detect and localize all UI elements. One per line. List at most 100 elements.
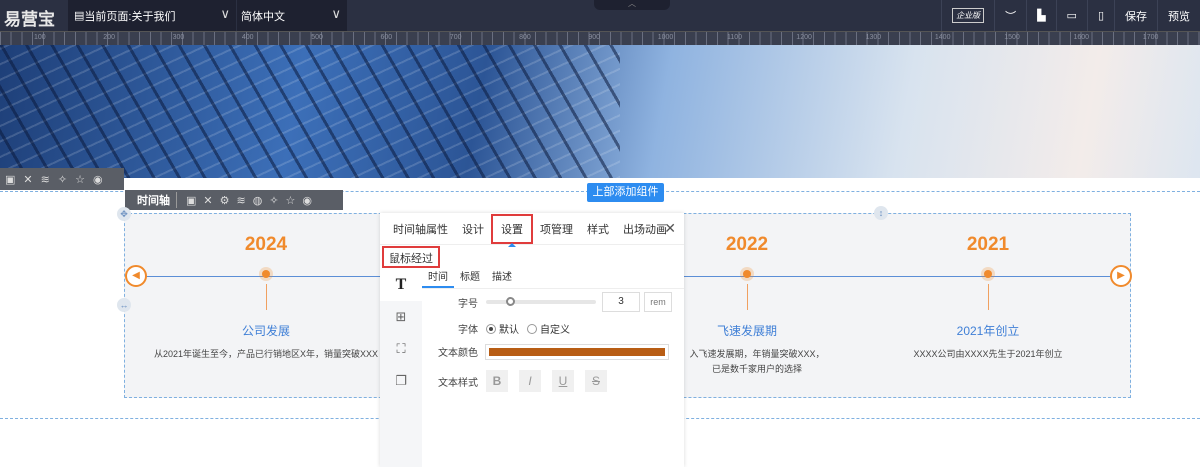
gear-icon[interactable]: ⚙ [220, 194, 230, 207]
border-icon[interactable]: ⊞ [380, 301, 422, 333]
timeline-year: 2021 [966, 234, 1010, 255]
timeline-year: 2024 [244, 234, 288, 255]
row-toolbar: ▣ ✕ ≋ ✧ ☆ ◉ [0, 168, 124, 190]
star-icon[interactable]: ☆ [286, 194, 296, 207]
font-custom-label: 自定义 [540, 325, 570, 336]
layers-icon[interactable]: ≋ [41, 173, 50, 186]
resize-horizontal-handle-icon[interactable]: ↔ [117, 298, 131, 312]
text-icon[interactable]: T [380, 269, 422, 301]
page-select-value: 当前页面:关于我们 [84, 10, 176, 23]
preview-button[interactable]: 预览 [1157, 0, 1200, 31]
chevron-down-icon: ∨ [220, 6, 230, 21]
ruler-tick-label: 500 [311, 34, 323, 41]
prev-arrow-icon[interactable]: ◀ [125, 265, 147, 287]
font-unit-select[interactable]: rem [644, 292, 672, 312]
ruler-tick-label: 1400 [934, 34, 951, 41]
timeline-dot [743, 270, 751, 278]
save-button[interactable]: 保存 [1114, 0, 1157, 31]
desktop-icon[interactable]: ▭ [1055, 0, 1087, 31]
ruler-tick-label: 1000 [657, 34, 674, 41]
underline-button[interactable]: U [552, 370, 574, 392]
subtab-time[interactable]: 时间 [422, 269, 454, 288]
tools-icon[interactable]: ✕ [203, 194, 212, 207]
ruler-tick-label: 800 [519, 34, 531, 41]
tab-design[interactable]: 设计 [455, 221, 491, 237]
font-default-radio[interactable] [486, 323, 496, 334]
font-default-label: 默认 [499, 325, 519, 336]
edition-badge[interactable]: 企业版 [941, 0, 994, 31]
palette-icon[interactable]: ◍ [253, 194, 263, 207]
ruler-tick-label: 1200 [796, 34, 812, 41]
chevron-down-icon: ∨ [331, 6, 341, 21]
component-toolbar: 时间轴 ▣ ✕ ⚙ ≋ ◍ ✧ ☆ ◉ [125, 190, 343, 210]
font-size-input[interactable]: 3 [602, 292, 640, 312]
ruler-tick-label: 1700 [1142, 34, 1159, 41]
timeline-title: 2021年创立 [956, 324, 1020, 338]
ruler-tick-label: 200 [103, 34, 115, 41]
collapse-toggle[interactable]: ︿ [594, 0, 670, 10]
timeline-desc: 从2021年诞生至今，产品已行销地区X年，销量突破XXX [153, 349, 379, 359]
ruler-tick-label: 600 [380, 34, 393, 41]
add-component-button[interactable]: 上部添加组件 [587, 183, 664, 202]
timeline-dot [262, 270, 270, 278]
tools-icon[interactable]: ✕ [23, 173, 32, 186]
banner-image [0, 45, 1200, 178]
magic-icon[interactable]: ✧ [58, 173, 67, 186]
ruler-tick-label: 100 [34, 34, 46, 41]
page-select[interactable]: ▤ 当前页面:关于我们 ∨ [68, 0, 236, 31]
ruler-tick-label: 300 [172, 34, 185, 41]
component-label: 时间轴 [137, 192, 177, 208]
language-select[interactable]: 简体中文 ∨ [237, 0, 347, 31]
timeline-title: 公司发展 [241, 324, 290, 338]
ruler-tick-label: 400 [241, 34, 254, 41]
eye-icon[interactable]: ◉ [302, 194, 312, 207]
ruler-tick-label: 900 [588, 34, 601, 41]
ruler-tick-label: 1600 [1073, 34, 1090, 41]
close-icon[interactable]: ✕ [664, 220, 676, 237]
italic-button[interactable]: I [519, 370, 541, 392]
text-color-picker[interactable] [485, 343, 669, 360]
eye-closed-icon[interactable]: ︶ [994, 0, 1026, 31]
bold-button[interactable]: B [486, 370, 508, 392]
timeline-item[interactable]: 2021 2021年创立 XXXX公司由XXXX先生于2021年创立 [868, 214, 1108, 362]
strikethrough-button[interactable]: S [585, 370, 607, 392]
text-color-label: 文本颜色 [438, 348, 478, 359]
tab-timeline-properties[interactable]: 时间轴属性 [386, 221, 455, 237]
font-label: 字体 [458, 325, 478, 336]
mobile-icon[interactable]: ▯ [1086, 0, 1114, 31]
eye-icon[interactable]: ◉ [93, 173, 103, 186]
tab-style[interactable]: 样式 [580, 221, 616, 237]
tab-settings[interactable]: 设置 [491, 213, 533, 247]
text-style-label: 文本样式 [438, 377, 478, 389]
move-handle-icon[interactable]: ✥ [117, 207, 131, 221]
layers-icon[interactable]: ≋ [237, 194, 246, 207]
timeline-desc: XXXX公司由XXXX先生于2021年创立 [913, 349, 1063, 359]
top-bar: 易营宝 ▤ 当前页面:关于我们 ∨ 简体中文 ∨ ︿ 企业版 ︶ ▙ ▭ ▯ 保存 预… [0, 0, 1200, 31]
timeline-dot [984, 270, 992, 278]
font-custom-radio[interactable] [527, 323, 537, 334]
star-icon[interactable]: ☆ [75, 173, 85, 186]
edit-icon[interactable]: ▣ [5, 173, 15, 186]
edit-icon[interactable]: ▣ [186, 194, 196, 207]
language-select-value: 简体中文 [241, 10, 285, 23]
subtab-desc[interactable]: 描述 [486, 269, 518, 288]
ruler-tick-label: 1300 [865, 34, 882, 41]
ruler: 100 200 300 400 500 600 700 800 900 1000 1100 1200 1… [0, 31, 1200, 45]
font-size-slider[interactable] [486, 297, 596, 306]
next-arrow-icon[interactable]: ▶ [1110, 265, 1132, 287]
resize-vertical-handle-icon[interactable]: ↕ [874, 206, 888, 220]
magic-icon[interactable]: ✧ [269, 194, 278, 207]
timeline-item[interactable]: 2024 公司发展 从2021年诞生至今，产品已行销地区X年，销量突破XXX [146, 214, 386, 362]
font-size-label: 字号 [458, 298, 478, 310]
state-hover-tab[interactable]: 鼠标经过 [382, 246, 440, 268]
subtab-title[interactable]: 标题 [454, 269, 486, 288]
ruler-tick-label: 700 [449, 34, 462, 41]
ruler-tick-label: 1500 [1004, 34, 1020, 41]
align-icon[interactable]: ▙ [1026, 0, 1055, 31]
spacing-icon[interactable]: ⛶ [380, 333, 422, 365]
page-icon: ▤ [74, 10, 85, 22]
tab-item-management[interactable]: 项管理 [533, 221, 580, 237]
edition-badge-label: 企业版 [952, 8, 985, 23]
shadow-icon[interactable]: ❐ [380, 365, 422, 397]
logo: 易营宝 [4, 10, 55, 29]
